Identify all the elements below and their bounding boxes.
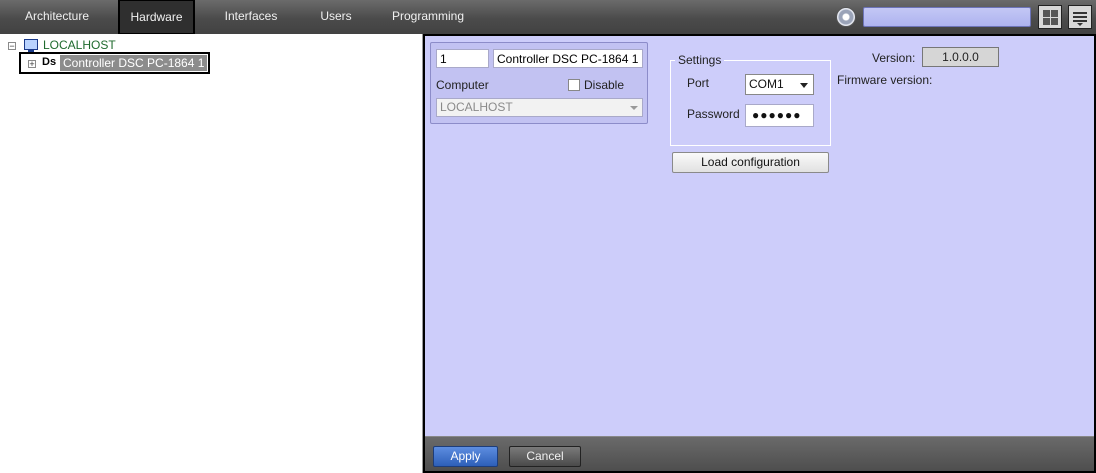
top-navigation-bar: Architecture Hardware Interfaces Users P… bbox=[0, 0, 1096, 35]
gear-icon[interactable] bbox=[836, 7, 856, 27]
dsc-controller-icon: Ds bbox=[42, 56, 57, 68]
password-label: Password bbox=[687, 107, 740, 121]
expand-icon[interactable]: + bbox=[28, 60, 36, 69]
computer-select-value: LOCALHOST bbox=[440, 100, 513, 114]
version-label: Version: bbox=[872, 51, 916, 65]
tree-node-controller[interactable]: Controller DSC PC-1864 1 bbox=[60, 55, 208, 71]
properties-panel: Computer Disable LOCALHOST Settings Port… bbox=[423, 34, 1096, 473]
chevron-down-icon bbox=[800, 83, 808, 88]
port-select-value: COM1 bbox=[749, 77, 784, 91]
apply-button[interactable]: Apply bbox=[433, 446, 498, 467]
port-select[interactable]: COM1 bbox=[745, 74, 814, 95]
disable-checkbox[interactable] bbox=[568, 79, 580, 91]
menu-icon[interactable] bbox=[1068, 5, 1092, 29]
computer-icon bbox=[24, 39, 38, 52]
settings-group: Settings Port COM1 Password ●●●●●● bbox=[670, 53, 831, 146]
tab-hardware[interactable]: Hardware bbox=[118, 0, 195, 35]
object-id-field[interactable] bbox=[436, 49, 489, 68]
version-value: 1.0.0.0 bbox=[922, 47, 999, 67]
tree-node-localhost[interactable]: LOCALHOST bbox=[43, 38, 116, 52]
object-name-field[interactable] bbox=[493, 49, 643, 68]
object-group: Computer Disable LOCALHOST bbox=[430, 42, 648, 124]
search-input[interactable] bbox=[863, 7, 1031, 27]
collapse-icon[interactable]: − bbox=[8, 42, 16, 51]
password-field[interactable]: ●●●●●● bbox=[745, 104, 814, 127]
tab-architecture[interactable]: Architecture bbox=[18, 0, 96, 34]
chevron-down-icon bbox=[630, 106, 638, 110]
action-bar: Apply Cancel bbox=[425, 436, 1094, 471]
port-label: Port bbox=[687, 76, 710, 90]
load-configuration-button[interactable]: Load configuration bbox=[672, 152, 829, 173]
cancel-button[interactable]: Cancel bbox=[509, 446, 581, 467]
settings-title: Settings bbox=[675, 53, 725, 67]
tab-users[interactable]: Users bbox=[312, 0, 360, 34]
layout-grid-icon[interactable] bbox=[1038, 5, 1062, 29]
firmware-version-label: Firmware version: bbox=[837, 73, 933, 87]
computer-select[interactable]: LOCALHOST bbox=[436, 98, 643, 117]
disable-label: Disable bbox=[584, 78, 625, 92]
tab-interfaces[interactable]: Interfaces bbox=[218, 0, 284, 34]
hardware-tree: − LOCALHOST + Ds Controller DSC PC-1864 … bbox=[0, 34, 423, 473]
computer-label: Computer bbox=[436, 78, 489, 92]
tab-programming[interactable]: Programming bbox=[390, 0, 466, 34]
